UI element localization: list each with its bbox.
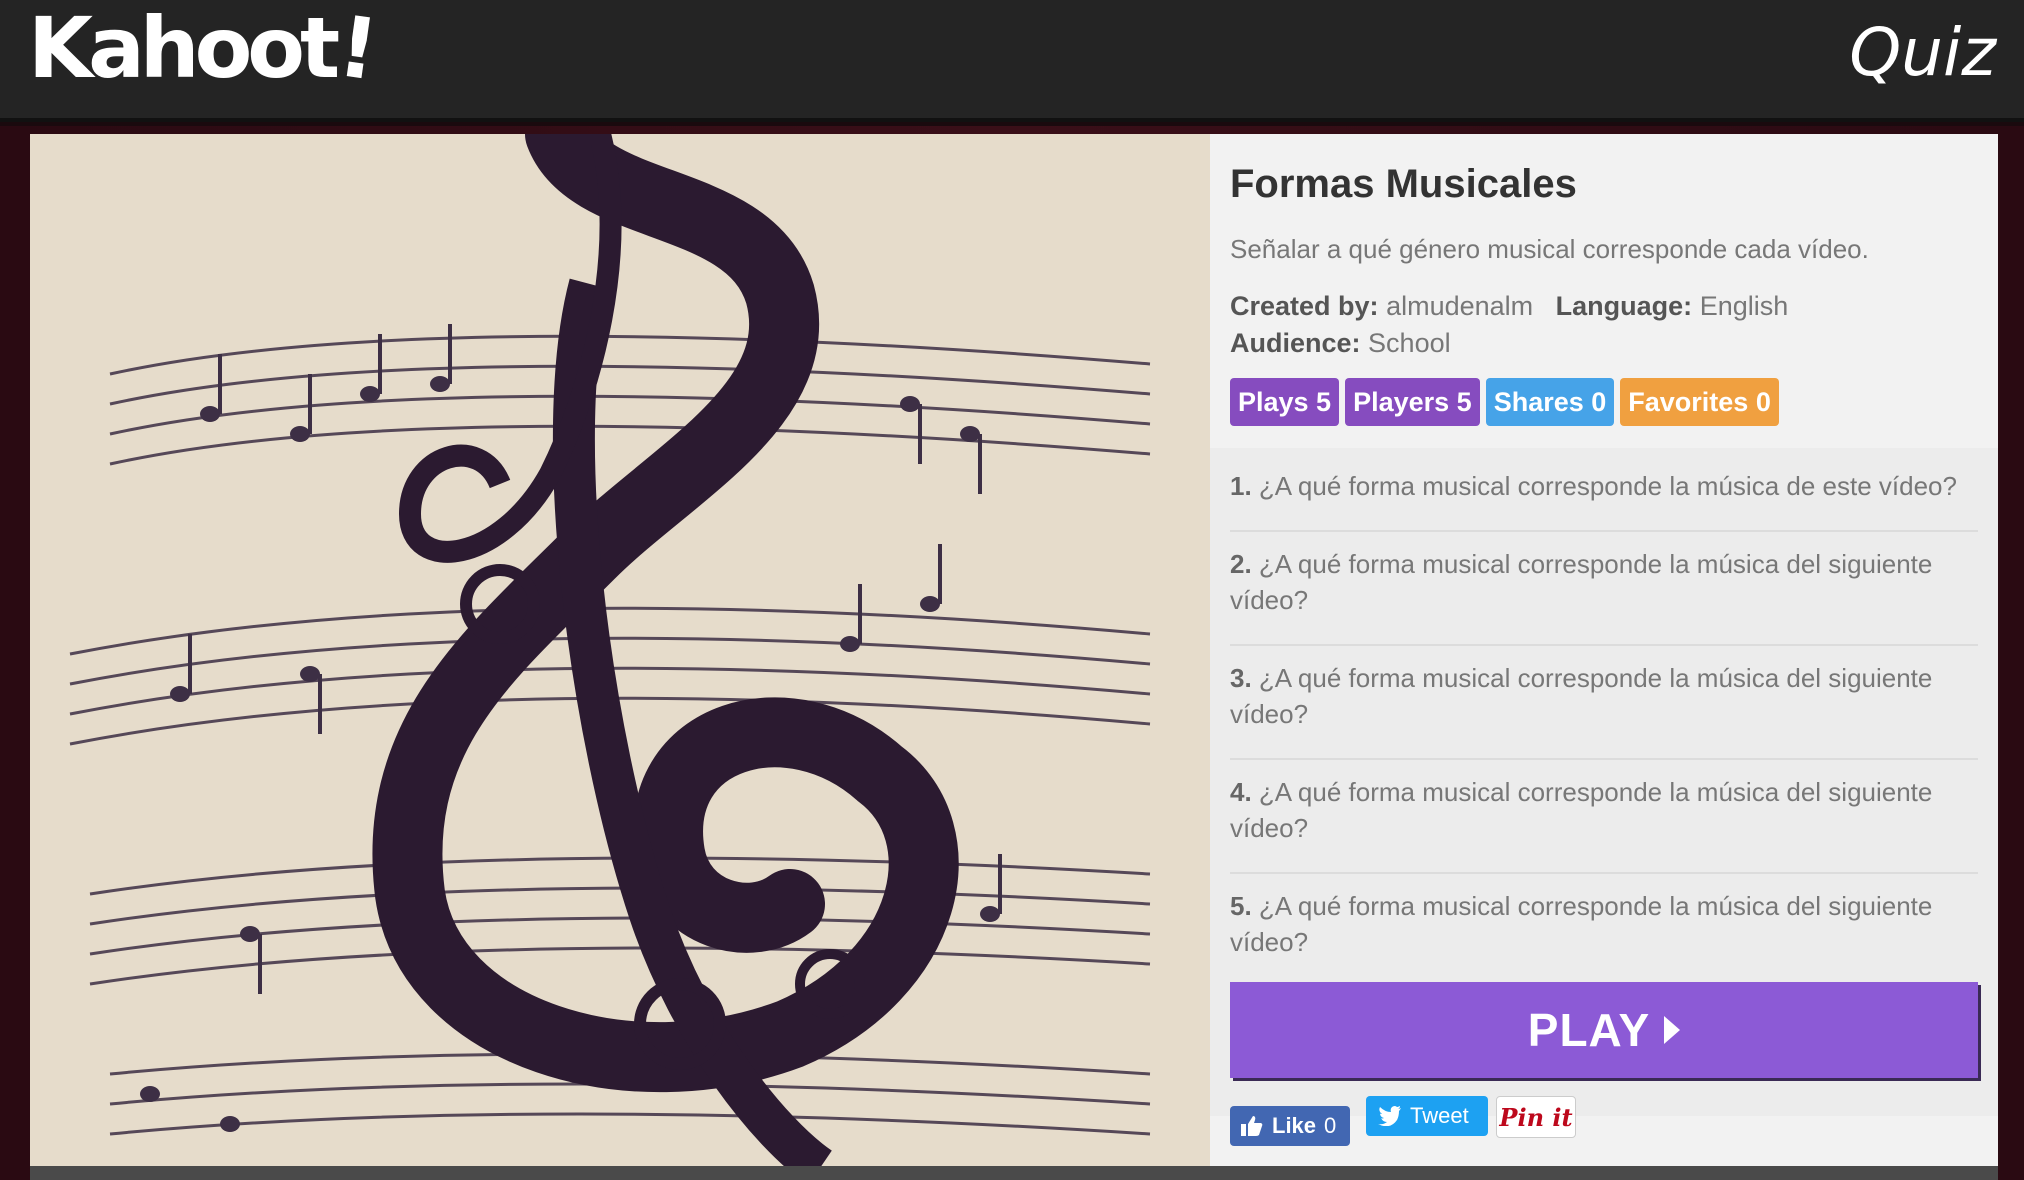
- pinterest-pin-button[interactable]: Pin it: [1496, 1096, 1576, 1138]
- play-button[interactable]: PLAY: [1230, 982, 1978, 1078]
- tweet-button[interactable]: Tweet: [1366, 1096, 1488, 1136]
- facebook-like-button[interactable]: Like 0: [1230, 1106, 1350, 1146]
- play-triangle-icon: [1664, 1016, 1681, 1044]
- question-item[interactable]: 5. ¿A qué forma musical corresponde la m…: [1230, 888, 1978, 978]
- question-item[interactable]: 2. ¿A qué forma musical corresponde la m…: [1230, 546, 1978, 646]
- bottom-strip: [30, 1166, 1998, 1180]
- audience-label: Audience:: [1230, 328, 1361, 358]
- header-bar: Kahoot! Quiz: [0, 0, 2024, 122]
- quiz-card: Formas Musicales Señalar a qué género mu…: [30, 134, 1998, 1168]
- question-item[interactable]: 3. ¿A qué forma musical corresponde la m…: [1230, 660, 1978, 760]
- question-item[interactable]: 1. ¿A qué forma musical corresponde la m…: [1230, 468, 1978, 532]
- creator-link[interactable]: almudenalm: [1386, 291, 1533, 321]
- favorites-badge: Favorites 0: [1620, 378, 1779, 426]
- stats-badges: Plays 5 Players 5 Shares 0 Favorites 0: [1230, 378, 1779, 426]
- quiz-cover-image: [30, 134, 1210, 1168]
- quiz-description: Señalar a qué género musical corresponde…: [1230, 234, 1869, 264]
- language-value: English: [1699, 291, 1789, 321]
- audience-value: School: [1368, 328, 1451, 358]
- quiz-details-panel: Formas Musicales Señalar a qué género mu…: [1210, 134, 1998, 1168]
- quiz-meta: Created by: almudenalm Language: English…: [1230, 288, 1990, 362]
- twitter-bird-icon: [1378, 1106, 1401, 1126]
- quiz-title: Formas Musicales: [1230, 162, 1577, 206]
- language-label: Language:: [1555, 291, 1693, 321]
- thumbs-up-icon: [1241, 1116, 1263, 1136]
- kahoot-logo[interactable]: Kahoot!: [28, 0, 379, 99]
- players-badge: Players 5: [1345, 378, 1480, 426]
- section-label: Quiz: [1849, 14, 1996, 91]
- treble-clef-image: [30, 134, 1210, 1168]
- shares-badge: Shares 0: [1485, 378, 1615, 426]
- plays-badge: Plays 5: [1230, 378, 1340, 426]
- created-by-label: Created by:: [1230, 291, 1379, 321]
- question-item[interactable]: 4. ¿A qué forma musical corresponde la m…: [1230, 774, 1978, 874]
